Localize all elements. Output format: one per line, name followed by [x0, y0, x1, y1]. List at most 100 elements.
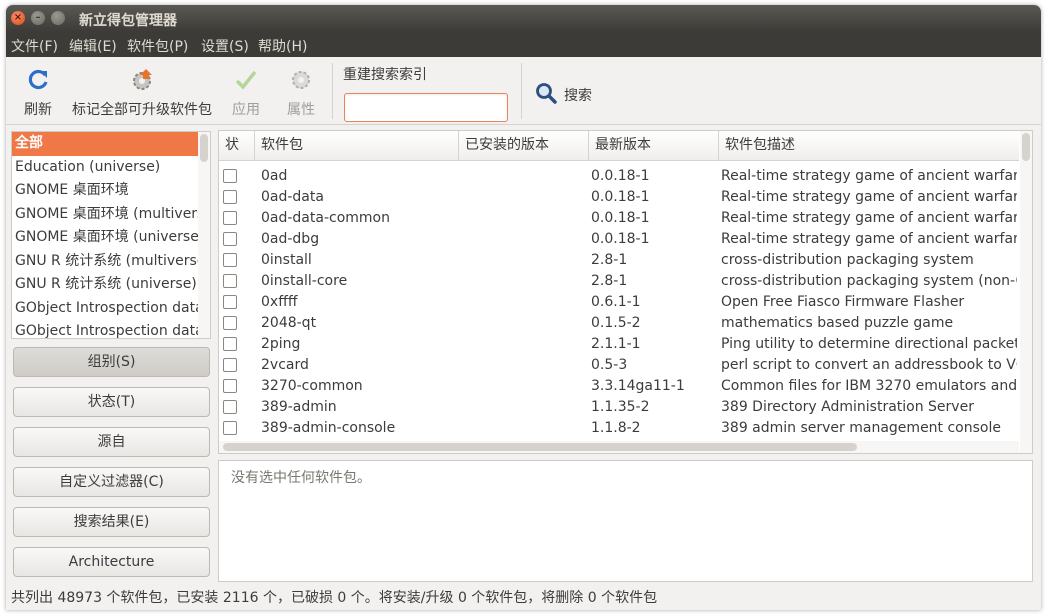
- table-row[interactable]: 0xffff 0.6.1-1 Open Free Fiasco Firmware F…: [219, 292, 1019, 313]
- toolbar-separator: [521, 63, 522, 119]
- package-description: mathematics based puzzle game: [721, 315, 954, 331]
- package-checkbox[interactable]: [223, 211, 237, 225]
- rebuild-index-label[interactable]: 重建搜索索引: [343, 64, 427, 84]
- filter-item[interactable]: GNU R 统计系统 (multiverse): [12, 250, 210, 274]
- filter-item[interactable]: GNOME 桌面环境 (multiverse): [12, 203, 210, 227]
- package-list-vscrollbar[interactable]: [1020, 131, 1032, 453]
- checkmark-icon: [228, 67, 264, 93]
- package-checkbox[interactable]: [223, 232, 237, 246]
- search-button[interactable]: 搜索: [534, 81, 592, 109]
- gear-icon: [283, 67, 319, 93]
- search-results-button[interactable]: 搜索结果(E): [13, 507, 210, 537]
- filter-item[interactable]: GObject Introspection data: [12, 320, 210, 338]
- scrollbar-thumb[interactable]: [200, 134, 208, 162]
- package-checkbox[interactable]: [223, 169, 237, 183]
- package-checkbox[interactable]: [223, 190, 237, 204]
- menu-help[interactable]: 帮助(H): [258, 36, 307, 56]
- filter-item[interactable]: Education (universe): [12, 156, 210, 180]
- menu-file[interactable]: 文件(F): [11, 36, 58, 56]
- close-window-button[interactable]: ×: [11, 11, 25, 25]
- package-checkbox[interactable]: [223, 337, 237, 351]
- sections-button[interactable]: 组别(S): [13, 347, 210, 377]
- refresh-button[interactable]: 刷新: [20, 67, 56, 119]
- table-row[interactable]: 3270-common 3.3.14ga11-1 Common files for …: [219, 376, 1019, 397]
- package-list-hscrollbar[interactable]: [219, 441, 1019, 453]
- toolbar-separator: [332, 63, 333, 119]
- table-row[interactable]: 0ad-dbg 0.0.18-1 Real-time strategy game o…: [219, 229, 1019, 250]
- package-description: cross-distribution packaging system (non…: [721, 273, 1017, 289]
- package-name: 389-admin-console: [261, 420, 396, 436]
- package-description: Real-time strategy game of ancient warfa…: [721, 189, 1017, 205]
- table-row[interactable]: 0ad-data 0.0.18-1 Real-time strategy game …: [219, 187, 1019, 208]
- package-description: 389 Directory Administration Server: [721, 399, 974, 415]
- package-name: 0ad-data: [261, 189, 324, 205]
- filter-item[interactable]: GNOME 桌面环境 (universe): [12, 226, 210, 250]
- package-description: Real-time strategy game of ancient warfa…: [721, 231, 1017, 247]
- filter-item[interactable]: GObject Introspection data: [12, 297, 210, 321]
- package-description: Ping utility to determine directional pa…: [721, 336, 1017, 352]
- table-row[interactable]: 389-admin-console 1.1.8-2 389 admin server…: [219, 418, 1019, 439]
- package-name: 2ping: [261, 336, 301, 352]
- table-row[interactable]: 0ad 0.0.18-1 Real-time strategy game of an…: [219, 166, 1019, 187]
- column-latest-version[interactable]: 最新版本: [589, 131, 719, 161]
- apply-button[interactable]: 应用: [228, 67, 264, 119]
- latest-version: 3.3.14ga11-1: [591, 378, 685, 394]
- package-description: Common files for IBM 3270 emulators and …: [721, 378, 1017, 394]
- table-row[interactable]: 0install 2.8-1 cross-distribution packagin…: [219, 250, 1019, 271]
- origin-button[interactable]: 源自: [13, 427, 210, 457]
- column-description[interactable]: 软件包描述: [719, 131, 1019, 161]
- package-name: 0ad-dbg: [261, 231, 320, 247]
- latest-version: 0.0.18-1: [591, 210, 650, 226]
- package-checkbox[interactable]: [223, 274, 237, 288]
- apply-label: 应用: [232, 102, 260, 118]
- package-name: 389-admin: [261, 399, 337, 415]
- table-row[interactable]: 0ad-data-common 0.0.18-1 Real-time strateg…: [219, 208, 1019, 229]
- package-checkbox[interactable]: [223, 379, 237, 393]
- package-checkbox[interactable]: [223, 316, 237, 330]
- latest-version: 0.1.5-2: [591, 315, 641, 331]
- column-status[interactable]: 状: [219, 131, 255, 161]
- latest-version: 2.8-1: [591, 273, 628, 289]
- latest-version: 1.1.8-2: [591, 420, 641, 436]
- table-row[interactable]: 2vcard 0.5-3 perl script to convert an add…: [219, 355, 1019, 376]
- table-row[interactable]: 2ping 2.1.1-1 Ping utility to determine di…: [219, 334, 1019, 355]
- filter-item[interactable]: GNOME 桌面环境: [12, 179, 210, 203]
- search-label: 搜索: [564, 88, 592, 104]
- filter-item[interactable]: 全部: [12, 132, 210, 156]
- package-checkbox[interactable]: [223, 253, 237, 267]
- package-checkbox[interactable]: [223, 295, 237, 309]
- upgrade-gear-icon: [66, 67, 218, 93]
- minimize-window-button[interactable]: –: [31, 11, 45, 25]
- package-checkbox[interactable]: [223, 358, 237, 372]
- custom-filters-button[interactable]: 自定义过滤器(C): [13, 467, 210, 497]
- package-description: Open Free Fiasco Firmware Flasher: [721, 294, 965, 310]
- menu-settings[interactable]: 设置(S): [201, 36, 249, 56]
- menu-edit[interactable]: 编辑(E): [69, 36, 117, 56]
- properties-button[interactable]: 属性: [283, 67, 319, 119]
- menu-bar: 文件(F) 编辑(E) 软件包(P) 设置(S) 帮助(H): [6, 32, 1041, 57]
- package-checkbox[interactable]: [223, 421, 237, 435]
- package-name: 0xffff: [261, 294, 298, 310]
- mark-all-upgrades-button[interactable]: 标记全部可升级软件包: [66, 67, 218, 119]
- scrollbar-thumb[interactable]: [1022, 133, 1030, 161]
- menu-package[interactable]: 软件包(P): [127, 36, 188, 56]
- window-title: 新立得包管理器: [79, 13, 177, 29]
- maximize-window-button[interactable]: [51, 11, 65, 25]
- table-row[interactable]: 2048-qt 0.1.5-2 mathematics based puzzle g…: [219, 313, 1019, 334]
- filter-list: 全部 Education (universe) GNOME 桌面环境 GNOME…: [11, 131, 211, 339]
- package-name: 0ad-data-common: [261, 210, 390, 226]
- filter-list-scrollbar[interactable]: [198, 132, 210, 338]
- scrollbar-thumb[interactable]: [223, 443, 857, 451]
- filter-item[interactable]: GNU R 统计系统 (universe): [12, 273, 210, 297]
- quick-search-input[interactable]: [344, 93, 508, 122]
- latest-version: 0.6.1-1: [591, 294, 641, 310]
- table-row[interactable]: 0install-core 2.8-1 cross-distribution pac…: [219, 271, 1019, 292]
- column-installed-version[interactable]: 已安装的版本: [459, 131, 589, 161]
- status-button[interactable]: 状态(T): [13, 387, 210, 417]
- package-checkbox[interactable]: [223, 400, 237, 414]
- column-package[interactable]: 软件包: [255, 131, 459, 161]
- package-name: 0install: [261, 252, 312, 268]
- architecture-button[interactable]: Architecture: [13, 547, 210, 577]
- table-row[interactable]: 389-admin 1.1.35-2 389 Directory Administr…: [219, 397, 1019, 418]
- package-description: perl script to convert an addressbook to…: [721, 357, 1017, 373]
